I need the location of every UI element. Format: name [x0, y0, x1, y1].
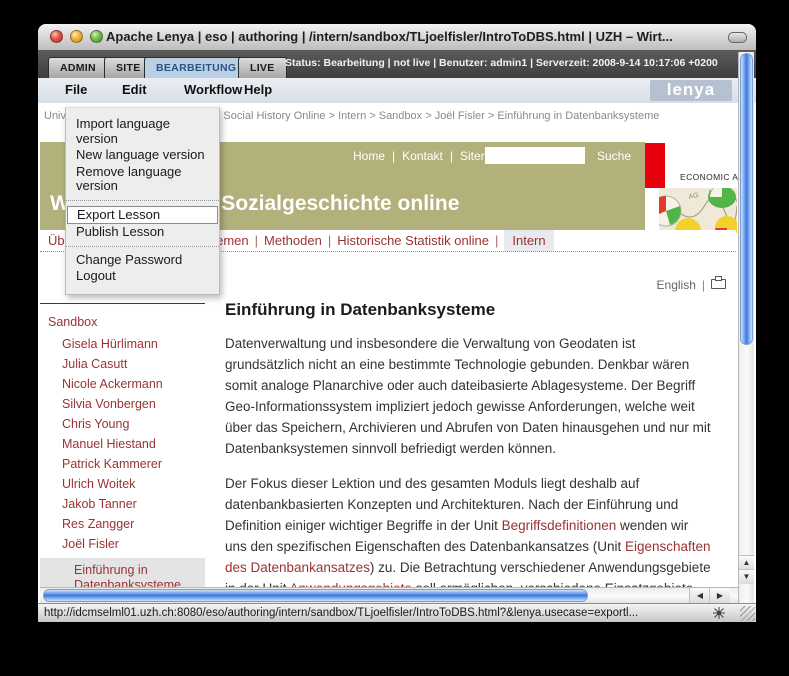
browser-window: Apache Lenya | eso | authoring | /intern…	[38, 24, 756, 622]
desktop-background: { "window": { "title": "Apache Lenya | e…	[0, 0, 789, 676]
status-url: http://idcmselml01.uzh.ch:8080/eso/autho…	[44, 607, 639, 619]
menu-item-export-lesson[interactable]: Export Lesson	[67, 205, 218, 224]
utility-link-home[interactable]: Home	[353, 149, 385, 163]
cms-status-text: Status: Bearbeitung | not live | Benutze…	[285, 57, 718, 69]
tab-live[interactable]: LIVE	[238, 57, 287, 78]
horizontal-scrollbar-thumb[interactable]	[43, 589, 588, 602]
sidebar-item[interactable]: Nicole Ackermann	[62, 378, 205, 391]
menu-workflow[interactable]: Workflow	[184, 82, 242, 97]
menu-item-remove-language-version[interactable]: Remove language version	[66, 164, 219, 195]
close-button[interactable]	[50, 30, 63, 43]
page-title: Einführung in Datenbanksysteme	[225, 300, 496, 319]
separator: |	[392, 149, 396, 163]
scroll-left-button[interactable]: ◀	[689, 588, 710, 603]
resize-grip[interactable]	[740, 606, 755, 621]
sidebar-item[interactable]: Joël Fisler	[62, 538, 205, 551]
menu-item-publish-lesson[interactable]: Publish Lesson	[66, 224, 219, 241]
map-image: AG	[659, 188, 737, 233]
window-controls	[50, 30, 103, 43]
separator: |	[449, 149, 453, 163]
window-title: Apache Lenya | eso | authoring | /intern…	[106, 29, 673, 44]
tab-bearbeitung[interactable]: BEARBEITUNG	[144, 57, 249, 78]
menu-item-import-language-version[interactable]: Import language version	[66, 116, 219, 147]
menu-separator	[66, 245, 219, 247]
sidebar-item[interactable]: Manuel Hiestand	[62, 438, 205, 451]
toolbar-toggle-button[interactable]	[728, 32, 747, 43]
separator: |	[327, 233, 332, 248]
cms-tabbar: ADMIN SITE BEARBEITUNG LIVE Status: Bear…	[38, 50, 756, 78]
scroll-right-button[interactable]: ▶	[709, 588, 730, 603]
red-accent-block	[645, 143, 665, 188]
language-link[interactable]: English	[657, 278, 696, 292]
window-titlebar[interactable]: Apache Lenya | eso | authoring | /intern…	[38, 24, 756, 51]
link-begriffsdefinitionen[interactable]: Begriffsdefinitionen	[502, 518, 617, 533]
sidebar-item-sandbox[interactable]: Sandbox	[48, 315, 205, 329]
article-paragraph: Der Fokus dieser Lektion und des gesamte…	[225, 473, 711, 587]
browser-statusbar: http://idcmselml01.uzh.ch:8080/eso/autho…	[38, 603, 756, 622]
vertical-scrollbar[interactable]: ▲ ▼	[738, 52, 754, 603]
menu-separator	[66, 199, 219, 201]
menu-item-new-language-version[interactable]: New language version	[66, 147, 219, 164]
tab-admin[interactable]: ADMIN	[48, 57, 108, 78]
menu-edit[interactable]: Edit	[122, 82, 147, 97]
menu-item-change-password[interactable]: Change Password	[66, 252, 219, 269]
nav-intern[interactable]: Intern	[504, 230, 554, 251]
menu-help[interactable]: Help	[244, 82, 272, 97]
search-button[interactable]: Suche	[597, 149, 631, 163]
sidebar-item[interactable]: Patrick Kammerer	[62, 458, 205, 471]
utility-link-kontakt[interactable]: Kontakt	[402, 149, 443, 163]
sidebar-item[interactable]: Ulrich Woitek	[62, 478, 205, 491]
scroll-down-button[interactable]: ▼	[739, 569, 754, 584]
separator: |	[494, 233, 499, 248]
sidebar-item[interactable]: Res Zangger	[62, 518, 205, 531]
nav-historische-statistik[interactable]: Historische Statistik online	[337, 233, 489, 248]
minimize-button[interactable]	[70, 30, 83, 43]
zoom-button[interactable]	[90, 30, 103, 43]
sidebar-item[interactable]: Gisela Hürlimann	[62, 338, 205, 351]
sidebar-item[interactable]: Jakob Tanner	[62, 498, 205, 511]
menu-file[interactable]: File	[65, 82, 87, 97]
nav-methoden[interactable]: Methoden	[264, 233, 322, 248]
vertical-scrollbar-thumb[interactable]	[740, 53, 753, 345]
bug-icon	[712, 606, 726, 625]
separator: |	[254, 233, 259, 248]
cms-menubar: File Edit Workflow Help lenya	[38, 78, 756, 104]
file-dropdown-menu: Import language version New language ver…	[65, 107, 220, 295]
sidebar-item[interactable]: Julia Casutt	[62, 358, 205, 371]
print-icon[interactable]	[711, 276, 726, 289]
horizontal-scrollbar[interactable]: ◀ ▶	[40, 587, 738, 603]
utility-nav: Home | Kontakt | Sitemap	[353, 149, 504, 163]
sidebar: Sandbox Gisela Hürlimann Julia Casutt Ni…	[40, 303, 205, 599]
search-input[interactable]	[485, 147, 585, 164]
sidebar-item[interactable]: Chris Young	[62, 418, 205, 431]
lenya-logo: lenya	[650, 80, 732, 101]
menu-item-logout[interactable]: Logout	[66, 268, 219, 285]
article-paragraph: Datenverwaltung und insbesondere die Ver…	[225, 336, 711, 456]
sidebar-item[interactable]: Silvia Vonbergen	[62, 398, 205, 411]
article: Einführung in Datenbanksysteme Datenverw…	[225, 300, 711, 587]
map-region-label: AG	[688, 192, 699, 201]
separator: |	[701, 278, 705, 292]
scroll-up-button[interactable]: ▲	[739, 555, 754, 570]
